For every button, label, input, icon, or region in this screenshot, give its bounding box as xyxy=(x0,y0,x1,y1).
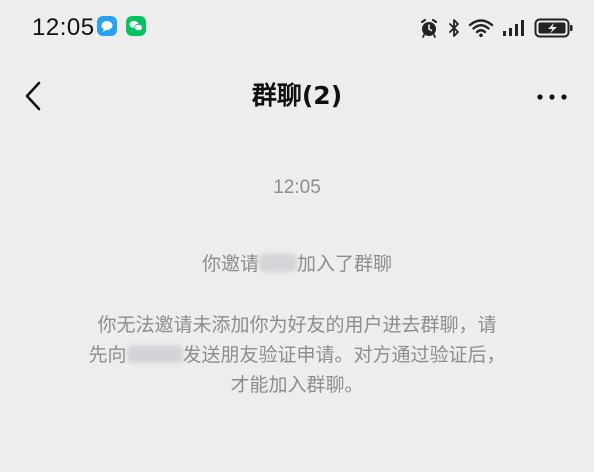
redacted-name xyxy=(126,345,183,363)
qq-notification-icon xyxy=(97,16,117,36)
ellipsis-icon xyxy=(532,94,572,114)
notice-line-3: 才能加入群聊。 xyxy=(230,374,364,396)
wechat-notification-icon xyxy=(126,16,146,36)
nav-bar: 群聊(2) xyxy=(0,58,594,134)
wifi-icon xyxy=(468,18,494,38)
cellular-signal-icon xyxy=(502,19,526,37)
status-bar: 12:05 xyxy=(0,0,594,58)
redacted-name xyxy=(259,254,297,272)
status-icons xyxy=(418,14,574,42)
notice-line-2-suffix: 发送朋友验证申请。对方通过验证后， xyxy=(182,344,506,366)
notice-line-2: 先向 发送朋友验证申请。对方通过验证后， xyxy=(0,340,594,370)
system-message-notice: 你无法邀请未添加你为好友的用户进去群聊，请 先向 发送朋友验证申请。对方通过验证后… xyxy=(0,310,594,400)
notice-line-2-prefix: 先向 xyxy=(88,344,127,366)
alarm-icon xyxy=(418,17,440,39)
status-time: 12:05 xyxy=(32,14,95,41)
more-options-button[interactable] xyxy=(532,84,572,110)
system-message-invite: 你邀请 加入了群聊 xyxy=(0,249,594,279)
chat-area[interactable]: 12:05 你邀请 加入了群聊 你无法邀请未添加你为好友的用户进去群聊，请 先向 发… xyxy=(0,134,594,472)
notice-line-1: 你无法邀请未添加你为好友的用户进去群聊，请 xyxy=(97,314,497,336)
invite-prefix: 你邀请 xyxy=(201,253,259,275)
bluetooth-icon xyxy=(448,18,460,38)
invite-suffix: 加入了群聊 xyxy=(297,253,393,275)
page-title: 群聊(2) xyxy=(251,81,343,110)
battery-charging-icon xyxy=(534,17,574,39)
message-timestamp: 12:05 xyxy=(273,177,321,198)
